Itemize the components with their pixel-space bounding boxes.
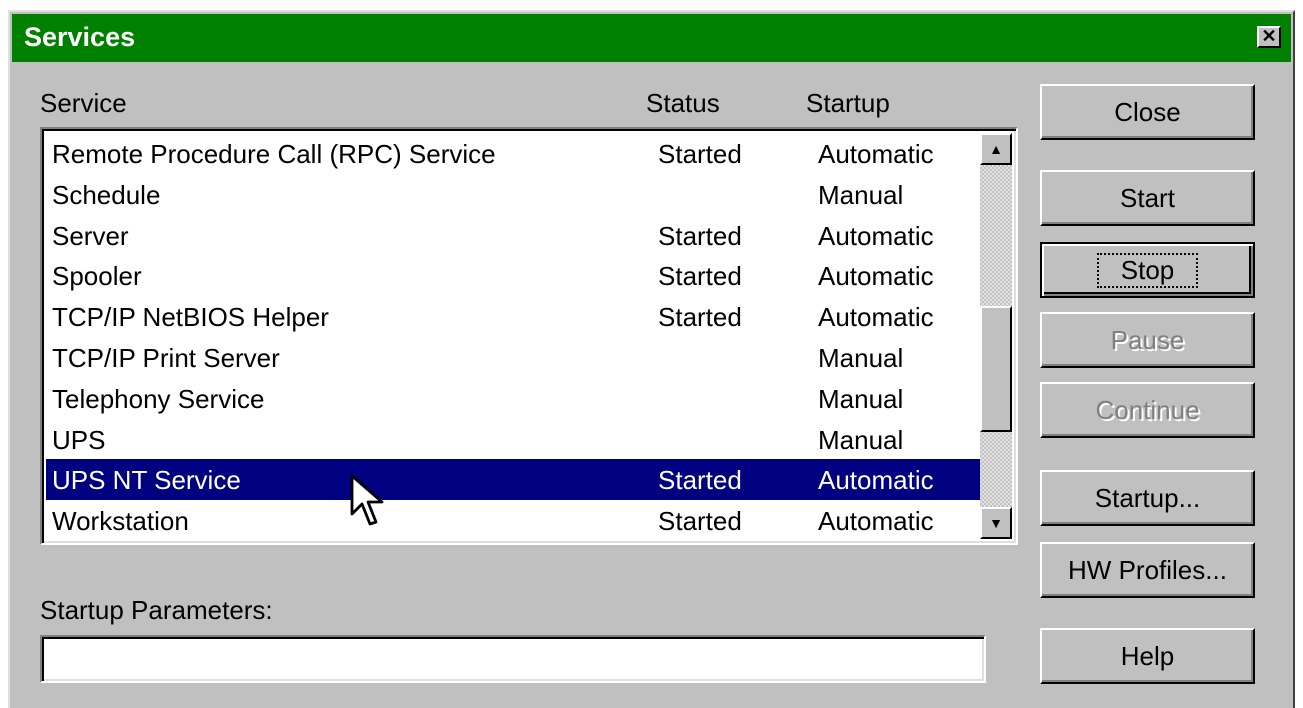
close-icon[interactable]: ✕ xyxy=(1257,26,1281,48)
service-name: Spooler xyxy=(52,261,142,292)
hw-profiles-button[interactable]: HW Profiles... xyxy=(1040,542,1255,598)
table-row[interactable]: UPS NT Service Started Automatic xyxy=(46,459,980,501)
column-header-startup: Startup xyxy=(806,88,890,118)
service-startup: Manual xyxy=(818,342,904,373)
scroll-up-arrow-icon[interactable]: ▲ xyxy=(980,133,1012,165)
table-row[interactable]: TCP/IP Print Server Manual xyxy=(46,337,980,378)
column-header-status: Status xyxy=(646,88,720,118)
start-button[interactable]: Start xyxy=(1040,170,1255,226)
service-name: Schedule xyxy=(52,179,161,210)
service-startup: Manual xyxy=(818,179,904,210)
service-startup: Automatic xyxy=(818,302,934,333)
column-header-service: Service xyxy=(40,88,127,118)
service-startup: Manual xyxy=(818,383,904,414)
services-rows: Remote Procedure Call (RPC) Service Start… xyxy=(46,133,980,541)
service-startup: Manual xyxy=(818,424,904,455)
service-startup: Automatic xyxy=(818,261,934,292)
service-name: UPS NT Service xyxy=(52,465,241,496)
close-button[interactable]: Close xyxy=(1040,84,1255,140)
stop-button-label: Stop xyxy=(1096,252,1199,288)
service-status: Started xyxy=(658,302,742,333)
table-row[interactable]: Telephony Service Manual xyxy=(46,378,980,419)
pause-button[interactable]: Pause xyxy=(1040,312,1255,368)
service-status: Started xyxy=(658,139,742,169)
service-name: Server xyxy=(52,220,129,251)
title-bar[interactable]: Services ✕ xyxy=(12,14,1291,62)
table-row[interactable]: Spooler Started Automatic xyxy=(46,255,980,296)
service-name: UPS xyxy=(52,424,106,455)
service-name: Telephony Service xyxy=(52,383,265,414)
table-row[interactable]: Server Started Automatic xyxy=(46,215,980,256)
startup-parameters-input[interactable] xyxy=(40,635,986,683)
service-startup: Automatic xyxy=(818,506,934,537)
scroll-thumb[interactable] xyxy=(980,305,1012,432)
scroll-down-arrow-icon[interactable]: ▼ xyxy=(980,507,1012,539)
continue-button[interactable]: Continue xyxy=(1040,382,1255,438)
window-title: Services xyxy=(24,22,136,52)
stop-button[interactable]: Stop xyxy=(1040,242,1255,298)
service-name: TCP/IP Print Server xyxy=(52,342,280,373)
service-status: Started xyxy=(658,506,742,537)
table-row[interactable]: Schedule Manual xyxy=(46,174,980,215)
service-startup: Automatic xyxy=(818,139,934,169)
mouse-pointer-icon xyxy=(350,474,384,526)
table-row[interactable]: Remote Procedure Call (RPC) Service Start… xyxy=(46,133,980,174)
service-startup: Automatic xyxy=(818,220,934,251)
service-status: Started xyxy=(658,261,742,292)
vertical-scrollbar[interactable]: ▲ ▼ xyxy=(980,133,1012,539)
services-dialog: Services ✕ Service Status Startup Remote… xyxy=(8,10,1295,708)
service-status: Started xyxy=(658,465,742,496)
startup-button[interactable]: Startup... xyxy=(1040,470,1255,526)
service-status: Started xyxy=(658,220,742,251)
service-name: TCP/IP NetBIOS Helper xyxy=(52,302,329,333)
service-startup: Automatic xyxy=(818,465,934,496)
table-row[interactable]: Workstation Started Automatic xyxy=(46,500,980,541)
help-button[interactable]: Help xyxy=(1040,628,1255,684)
table-row[interactable]: TCP/IP NetBIOS Helper Started Automatic xyxy=(46,296,980,337)
startup-parameters-label: Startup Parameters: xyxy=(40,595,273,625)
service-name: Workstation xyxy=(52,506,189,537)
service-name: Remote Procedure Call (RPC) Service xyxy=(52,139,496,169)
services-list[interactable]: Remote Procedure Call (RPC) Service Start… xyxy=(40,127,1018,545)
table-row[interactable]: UPS Manual xyxy=(46,419,980,460)
